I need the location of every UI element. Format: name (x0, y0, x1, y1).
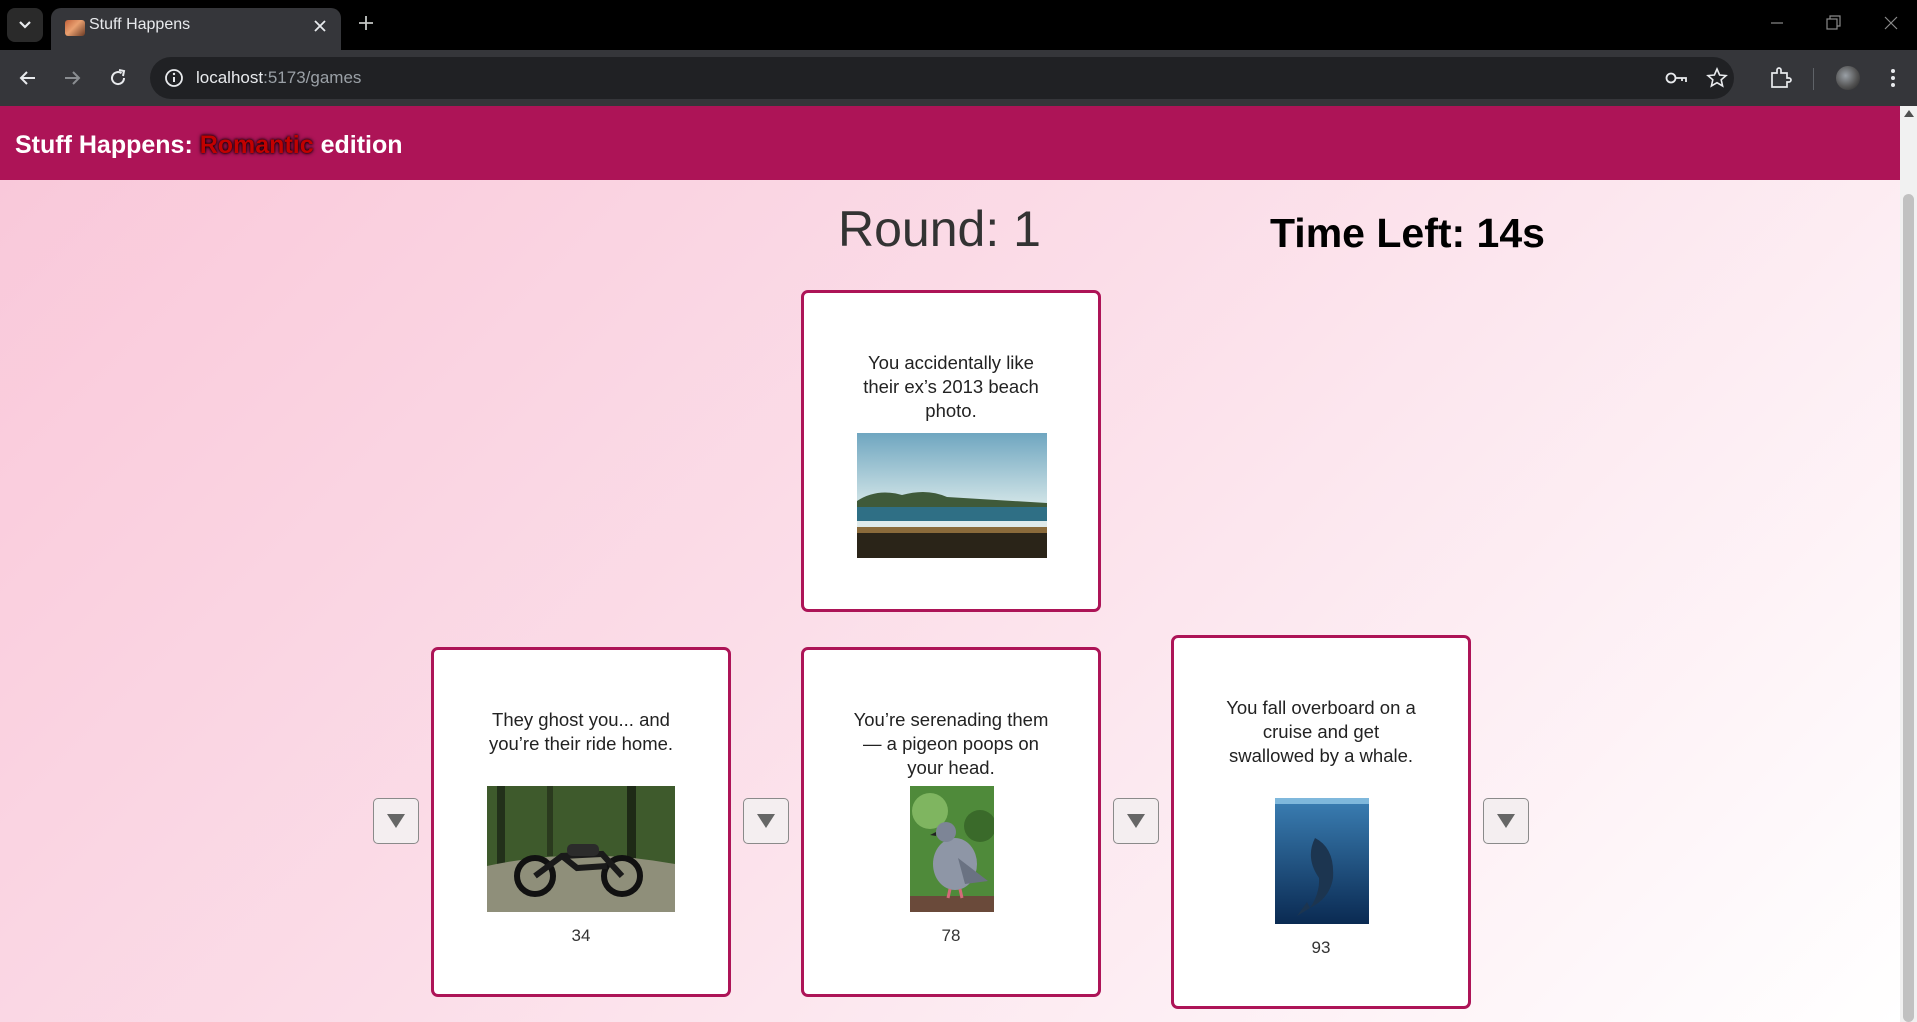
time-left: Time Left: 14s (1270, 210, 1545, 256)
card-value: 34 (571, 926, 591, 945)
more-menu-icon[interactable] (1880, 65, 1906, 91)
site-favicon-icon (65, 20, 85, 36)
url-host: localhost (196, 68, 264, 87)
card-value: 93 (1311, 938, 1331, 957)
forward-button[interactable] (58, 64, 86, 92)
app-title-suffix: edition (313, 131, 403, 159)
card-text: You fall overboard on a cruise and get s… (1226, 697, 1416, 766)
insert-position-button-4[interactable] (1483, 798, 1529, 844)
browser-toolbar: localhost:5173/games (0, 50, 1917, 106)
card-text: You accidentally like their ex’s 2013 be… (863, 352, 1039, 421)
profile-avatar[interactable] (1836, 66, 1860, 90)
url-path: :5173/games (263, 68, 362, 87)
card-text: They ghost you... and you’re their ride … (488, 709, 674, 754)
address-bar[interactable]: localhost:5173/games (150, 57, 1734, 99)
whale-photo (1275, 798, 1369, 924)
round-indicator: Round: 1 (838, 201, 1041, 257)
reload-button[interactable] (104, 64, 132, 92)
scrollbar-thumb[interactable] (1903, 194, 1914, 1022)
arrow-down-icon (1127, 814, 1145, 828)
game-page: Stuff Happens: Romantic edition Round: 1… (0, 106, 1900, 1022)
toolbar-divider (1813, 68, 1814, 90)
window-close-icon[interactable] (1880, 12, 1902, 34)
reload-icon (111, 69, 126, 86)
tab-title: Stuff Happens (89, 16, 191, 33)
star-icon[interactable] (1705, 67, 1729, 89)
arrow-down-icon (387, 814, 405, 828)
tab-search-button[interactable] (7, 8, 43, 42)
app-title-prefix: Stuff Happens: (15, 131, 200, 159)
arrow-left-icon (19, 71, 35, 85)
beach-photo (857, 433, 1047, 558)
extensions-icon[interactable] (1768, 65, 1794, 91)
close-icon[interactable] (311, 17, 329, 35)
pigeon-photo (910, 786, 994, 912)
card-value: 78 (941, 926, 961, 945)
chevron-down-icon (19, 21, 31, 29)
hand-card: You fall overboard on a cruise and get s… (1171, 635, 1471, 1009)
key-icon[interactable] (1664, 67, 1688, 89)
minimize-icon[interactable] (1766, 12, 1788, 34)
app-title-edition: Romantic (199, 131, 314, 159)
insert-position-button-3[interactable] (1113, 798, 1159, 844)
restore-icon[interactable] (1822, 12, 1844, 34)
arrow-down-icon (1497, 814, 1515, 828)
page-scrollbar[interactable] (1900, 106, 1917, 1022)
app-title: Stuff Happens: Romantic edition (15, 106, 403, 184)
hand-card: They ghost you... and you’re their ride … (431, 647, 731, 997)
card-text: You’re serenading them — a pigeon poops … (853, 709, 1049, 778)
browser-tabstrip: Stuff Happens (0, 0, 1917, 50)
app-header: Stuff Happens: Romantic edition (0, 106, 1900, 180)
browser-tab[interactable]: Stuff Happens (51, 8, 341, 50)
hand-card: You’re serenading them — a pigeon poops … (801, 647, 1101, 997)
new-tab-icon[interactable] (354, 11, 378, 35)
insert-position-button-2[interactable] (743, 798, 789, 844)
insert-position-button-1[interactable] (373, 798, 419, 844)
scroll-up-arrow-icon[interactable] (1904, 110, 1914, 117)
site-info-icon[interactable] (162, 66, 186, 90)
arrow-right-icon (65, 71, 81, 85)
current-card[interactable]: You accidentally like their ex’s 2013 be… (801, 290, 1101, 612)
arrow-down-icon (757, 814, 775, 828)
url-text: localhost:5173/games (196, 57, 361, 99)
motorcycle-photo (487, 786, 675, 912)
back-button[interactable] (14, 64, 42, 92)
